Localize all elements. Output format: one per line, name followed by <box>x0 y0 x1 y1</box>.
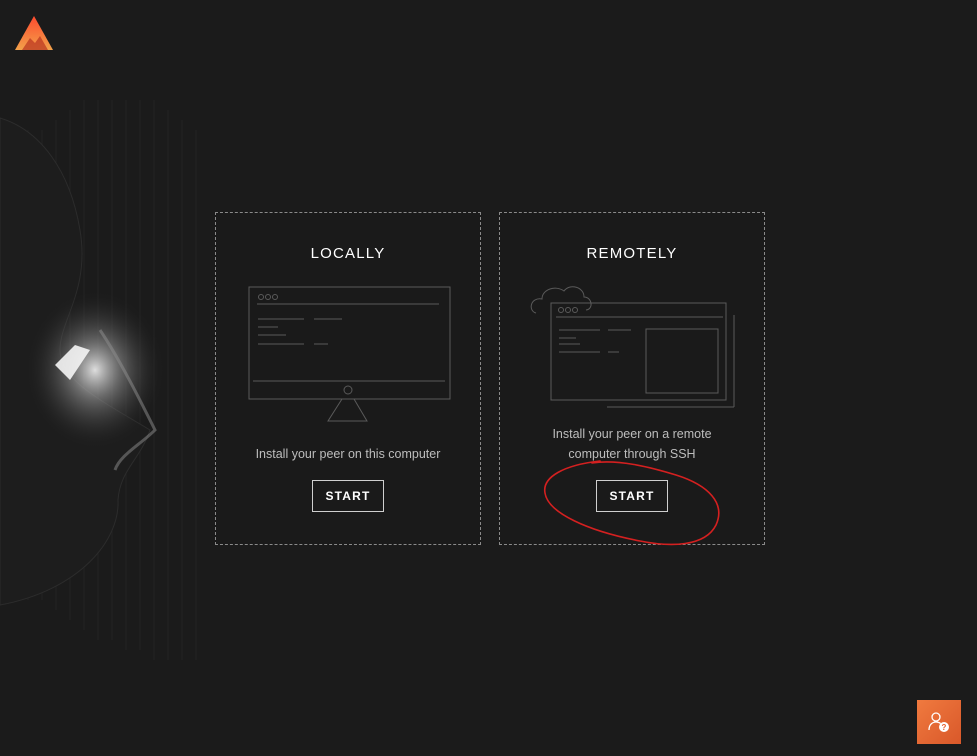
install-locally-card: LOCALLY Install your peer on this comput… <box>215 212 481 545</box>
card-description-remotely: Install your peer on a remote computer t… <box>552 427 712 461</box>
mountain-logo-icon[interactable] <box>12 12 56 56</box>
card-description-locally: Install your peer on this computer <box>255 447 441 461</box>
start-local-button[interactable]: START <box>312 480 384 512</box>
start-remote-button[interactable]: START <box>596 480 668 512</box>
user-help-icon: ? <box>928 712 949 732</box>
install-remotely-card: REMOTELY Install your peer on a remote c… <box>499 212 765 545</box>
background-face-illustration <box>0 100 197 660</box>
help-button[interactable]: ? <box>917 700 961 744</box>
svg-text:?: ? <box>942 723 947 732</box>
